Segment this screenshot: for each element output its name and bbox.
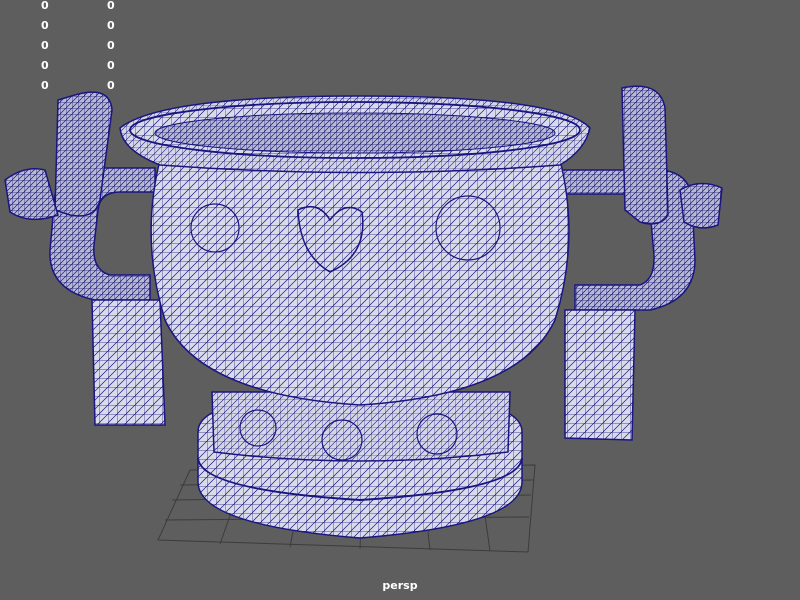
perspective-viewport[interactable]: 0 0 0 0 0 0 0 0 0 0 persp [0, 0, 800, 600]
vessel-foot [197, 391, 523, 539]
camera-label: persp [382, 579, 418, 592]
vessel-rim [119, 95, 591, 174]
wireframe-vessel-icon[interactable] [0, 0, 800, 600]
vessel-body [150, 159, 570, 406]
